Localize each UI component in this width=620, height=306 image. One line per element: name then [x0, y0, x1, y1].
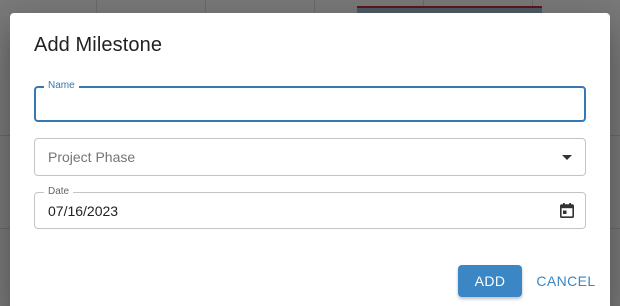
- arrow-drop-down-icon[interactable]: [562, 155, 572, 160]
- name-field[interactable]: Name: [34, 80, 586, 122]
- date-field-label: Date: [44, 186, 74, 198]
- project-phase-placeholder: Project Phase: [48, 149, 136, 165]
- calendar-icon[interactable]: [560, 203, 574, 218]
- name-field-label: Name: [44, 80, 79, 92]
- project-phase-select[interactable]: Project Phase: [34, 138, 586, 176]
- name-input[interactable]: [48, 94, 568, 116]
- cancel-button[interactable]: CANCEL: [530, 265, 602, 297]
- add-milestone-dialog: Add Milestone Name Project Phase Date 07…: [10, 13, 610, 306]
- dialog-title: Add Milestone: [34, 34, 163, 56]
- date-field[interactable]: Date 07/16/2023: [34, 186, 586, 229]
- add-button[interactable]: ADD: [458, 265, 522, 297]
- date-value[interactable]: 07/16/2023: [48, 203, 118, 219]
